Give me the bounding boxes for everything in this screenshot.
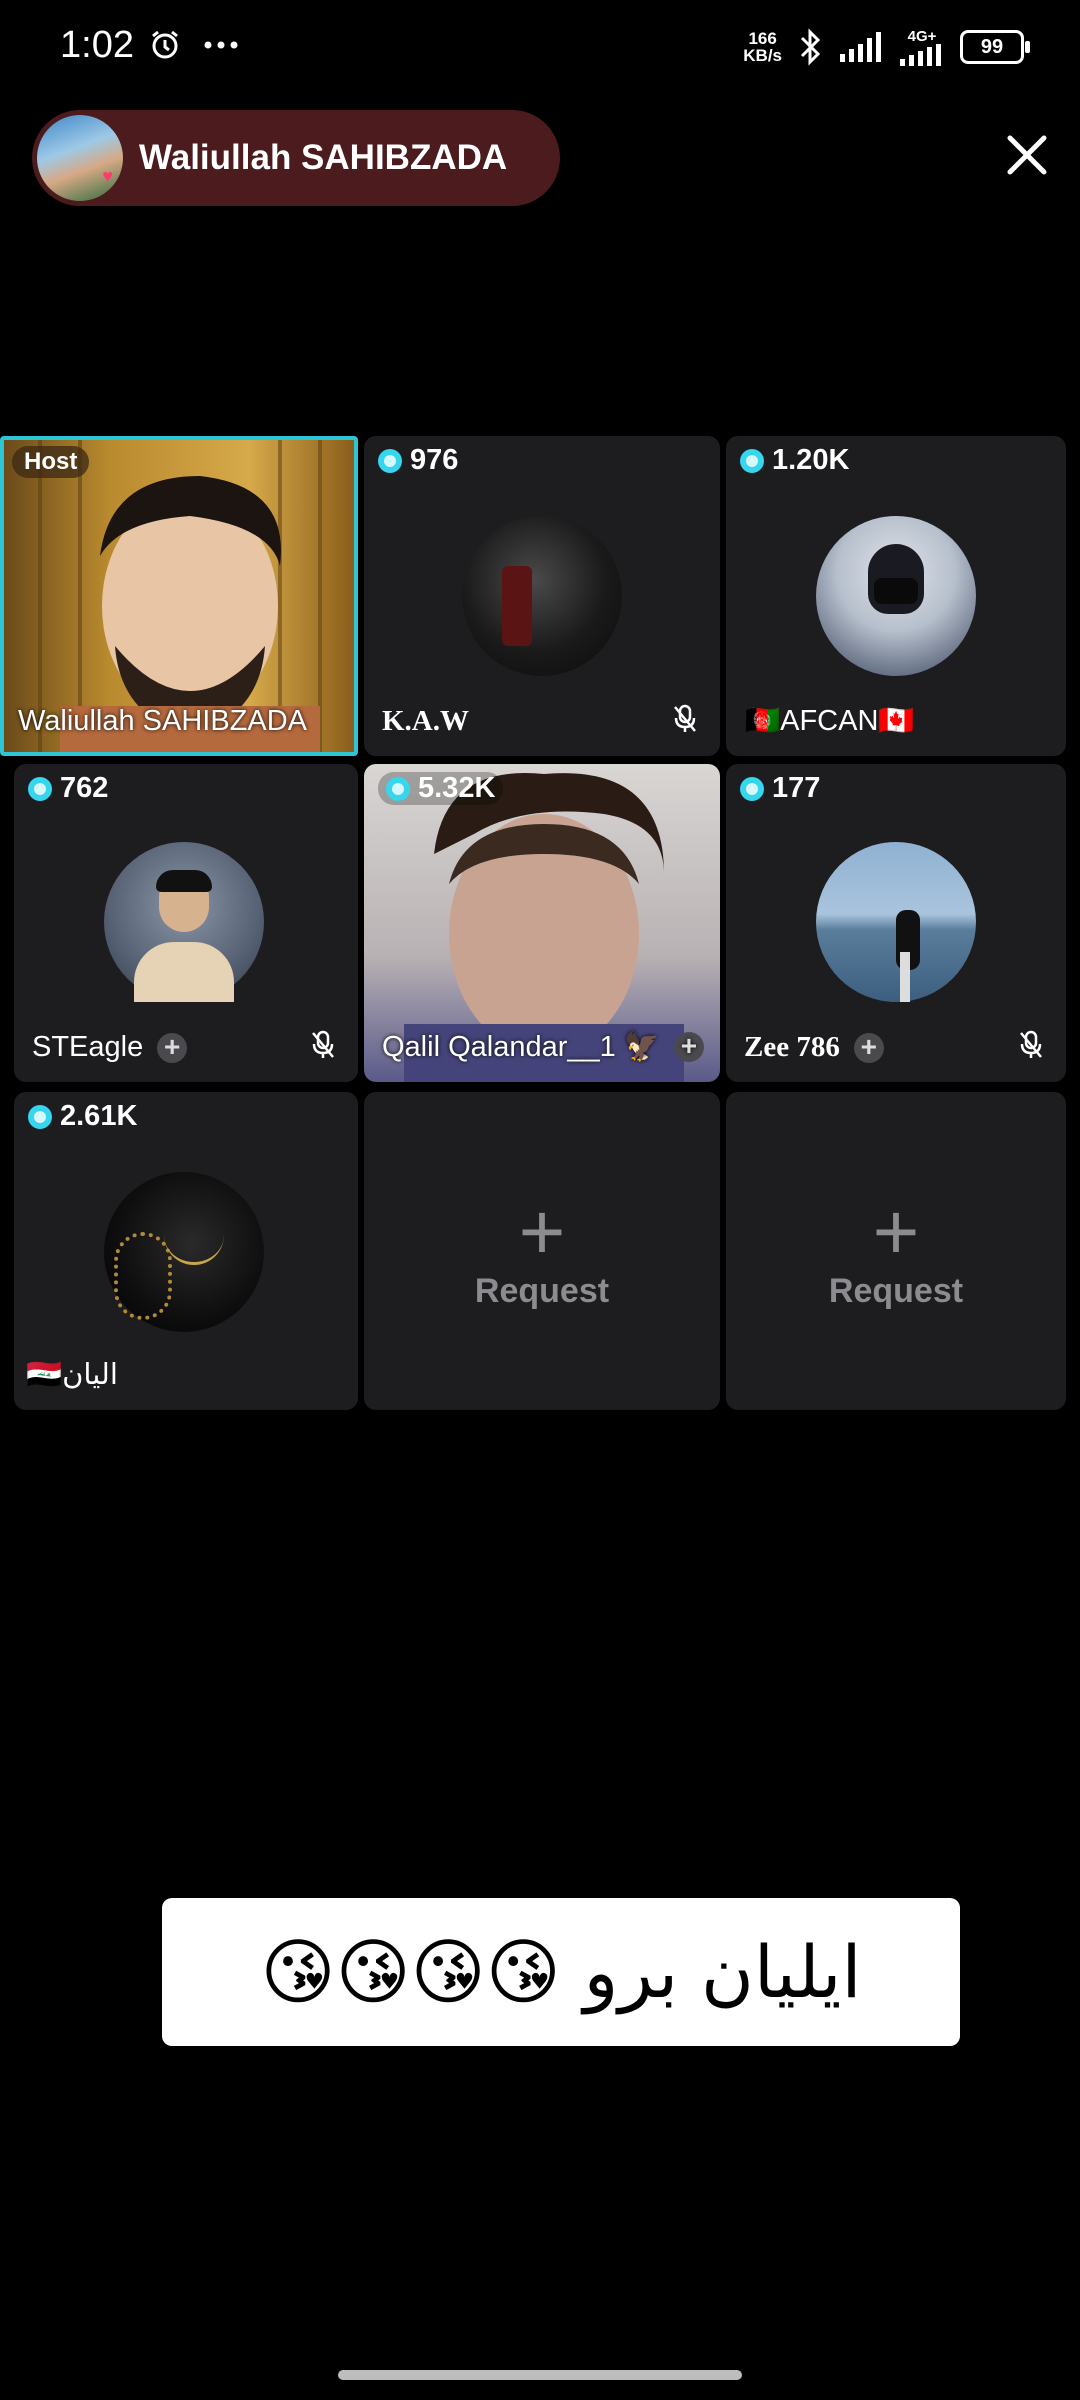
guest-tile-steagle[interactable]: 762 STEagle +	[14, 764, 358, 1082]
diamond-icon	[28, 776, 52, 801]
gift-count-value: 762	[60, 772, 109, 804]
tile-username: STEagle	[32, 1031, 144, 1063]
gift-count-value: 1.20K	[772, 444, 850, 476]
gift-count-value: 2.61K	[60, 1100, 138, 1132]
mic-muted-icon	[312, 1030, 334, 1058]
bluetooth-icon	[800, 28, 821, 66]
gift-count-value: 5.32K	[418, 772, 496, 804]
status-time: 1:02	[60, 24, 134, 66]
tile-username: Qalil Qalandar__1 🦅	[382, 1031, 660, 1063]
status-left-icons	[148, 28, 238, 62]
tile-username: 🇮🇶الیان	[26, 1359, 118, 1391]
guest-video-tile-qalil[interactable]: 5.32K Qalil Qalandar__1 🦅 +	[364, 764, 720, 1082]
heart-icon: ♥	[102, 166, 113, 186]
guest-tile-zee[interactable]: 177 Zee 786 +	[726, 764, 1066, 1082]
signal-icon	[840, 32, 881, 62]
home-indicator[interactable]	[338, 2370, 742, 2380]
request-seat-button[interactable]: + Request	[726, 1092, 1066, 1410]
host-name: Waliullah SAHIBZADA	[139, 138, 508, 177]
host-avatar[interactable]: ♥	[37, 115, 123, 201]
diamond-icon	[386, 776, 410, 801]
status-right-icons: 166 KB/s 4G+ 99	[743, 28, 1030, 66]
diamond-icon	[740, 776, 764, 801]
network-label: 4G+	[907, 27, 937, 45]
add-icon: +	[872, 1187, 920, 1276]
request-label: Request	[474, 1272, 610, 1310]
comment-text: ایلیان برو 😘😘😘😘	[260, 1930, 862, 2014]
diamond-icon	[740, 448, 764, 473]
follow-plus-icon[interactable]: +	[157, 1032, 188, 1063]
gift-count: 976	[378, 444, 458, 477]
tile-username: Zee 786	[744, 1031, 840, 1063]
gift-count: 2.61K	[28, 1100, 137, 1133]
network-4g: 4G+	[900, 29, 944, 66]
tile-username-row: Zee 786 +	[744, 1031, 884, 1064]
host-profile-pill[interactable]: ♥ Waliullah SAHIBZADA	[32, 110, 560, 206]
host-video-tile[interactable]: Host Waliullah SAHIBZADA	[0, 436, 358, 756]
signal-icon-2	[900, 43, 941, 66]
tile-username-row: STEagle +	[32, 1031, 188, 1064]
gift-count-value: 976	[410, 444, 459, 476]
guest-tile-alian[interactable]: 2.61K 🇮🇶الیان	[14, 1092, 358, 1410]
diamond-icon	[28, 1104, 52, 1129]
status-bar: 1:02 166 KB/s 4G+ 99	[0, 0, 1080, 100]
net-speed-value: 166	[748, 29, 777, 48]
gift-count: 177	[740, 772, 820, 805]
add-icon: +	[518, 1187, 566, 1276]
comment-bubble: ایلیان برو 😘😘😘😘	[162, 1898, 960, 2046]
request-seat-button[interactable]: + Request	[364, 1092, 720, 1410]
guest-tile-kaw[interactable]: 976 K.A.W	[364, 436, 720, 756]
gift-count-value: 177	[772, 772, 821, 804]
gift-count: 1.20K	[740, 444, 849, 477]
host-badge: Host	[12, 446, 90, 478]
avatar	[104, 1172, 264, 1332]
diamond-icon	[378, 448, 402, 473]
request-label: Request	[828, 1272, 964, 1310]
avatar	[816, 516, 976, 676]
tile-username: Waliullah SAHIBZADA	[18, 705, 308, 737]
net-speed-unit: KB/s	[743, 46, 782, 65]
avatar	[104, 842, 264, 1002]
follow-plus-icon[interactable]: +	[853, 1032, 884, 1063]
alarm-icon	[152, 30, 178, 59]
gift-count: 762	[28, 772, 108, 805]
mic-muted-icon	[1020, 1030, 1042, 1058]
tile-username: 🇦🇫AFCAN🇨🇦	[744, 705, 915, 737]
tile-username-row: Qalil Qalandar__1 🦅 +	[382, 1030, 704, 1064]
close-icon[interactable]	[1002, 130, 1052, 180]
avatar	[816, 842, 976, 1002]
tile-username: K.A.W	[382, 705, 469, 737]
follow-plus-icon[interactable]: +	[673, 1032, 704, 1062]
mic-muted-icon	[674, 704, 696, 732]
gift-count: 5.32K	[378, 772, 504, 805]
avatar	[462, 516, 622, 676]
more-dots-icon	[204, 41, 238, 49]
battery-icon: 99	[960, 30, 1030, 64]
net-speed: 166 KB/s	[743, 30, 782, 64]
guest-tile-afcan[interactable]: 1.20K 🇦🇫AFCAN🇨🇦	[726, 436, 1066, 756]
